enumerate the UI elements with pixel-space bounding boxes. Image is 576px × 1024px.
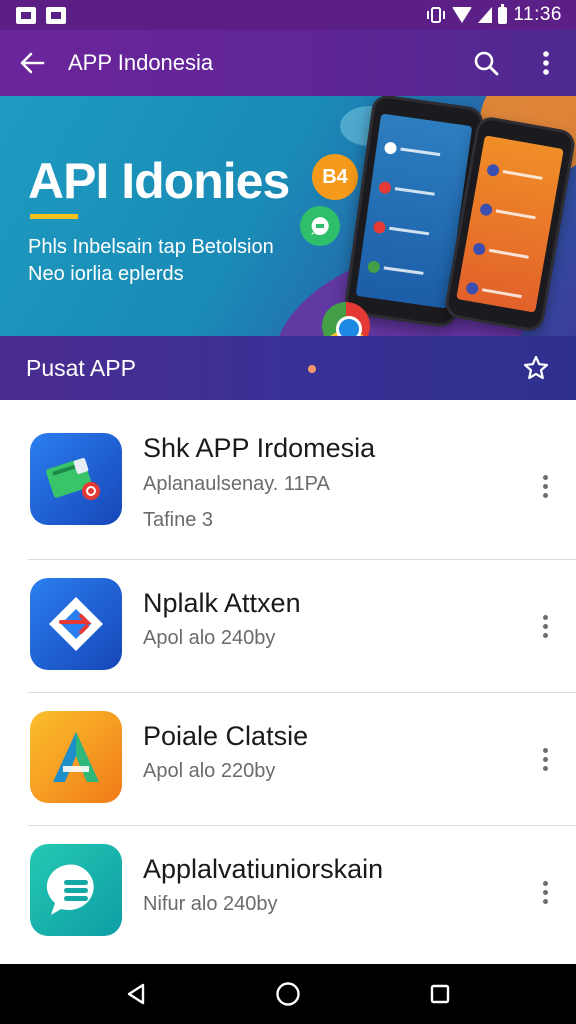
battery-icon bbox=[498, 3, 508, 24]
item-more-button[interactable] bbox=[530, 604, 560, 648]
status-bar: 11:36 bbox=[0, 0, 576, 30]
list-item[interactable]: Poiale Clatsie Apol alo 220by bbox=[0, 693, 576, 826]
item-more-button[interactable] bbox=[530, 737, 560, 781]
wifi-icon bbox=[452, 7, 473, 23]
chat-badge-icon bbox=[300, 206, 340, 246]
banner-title: API Idonies bbox=[28, 153, 290, 209]
list-item[interactable]: Nplalk Attxen Apol alo 240by bbox=[0, 560, 576, 693]
app-name: Shk APP Irdomesia bbox=[143, 433, 376, 463]
back-arrow-icon bbox=[20, 52, 45, 74]
nav-home-button[interactable] bbox=[258, 964, 318, 1024]
promo-banner[interactable]: API Idonies Phls Inbelsain tap Betolsion… bbox=[0, 96, 576, 336]
nav-back-button[interactable] bbox=[106, 964, 166, 1024]
more-options-button[interactable] bbox=[516, 30, 576, 96]
app-name: Poiale Clatsie bbox=[143, 721, 309, 751]
app-meta: Tafine 3 bbox=[143, 509, 214, 531]
section-title: Pusat APP bbox=[26, 354, 136, 381]
banner-underline bbox=[30, 214, 78, 219]
letter-a-icon bbox=[30, 711, 122, 803]
app-name: Applalvatiuniorskain bbox=[143, 854, 384, 884]
banner-subtitle-line: Phls Inbelsain tap Betolsion bbox=[28, 236, 274, 258]
app-bar-title: APP Indonesia bbox=[68, 50, 214, 75]
app-subtitle: Nifur alo 240by bbox=[143, 893, 278, 915]
signal-icon bbox=[478, 7, 493, 23]
search-button[interactable] bbox=[456, 30, 516, 96]
more-vert-icon bbox=[543, 51, 549, 75]
vibrate-icon bbox=[427, 7, 446, 23]
recents-square-icon bbox=[430, 984, 450, 1004]
back-triangle-icon bbox=[127, 983, 145, 1005]
item-more-button[interactable] bbox=[530, 464, 560, 508]
app-subtitle: Apol alo 220by bbox=[143, 760, 276, 782]
diamond-arrow-icon bbox=[30, 578, 122, 670]
list-item[interactable]: Shk APP Irdomesia Aplanaulsenay. 11PA Ta… bbox=[0, 400, 576, 560]
chat-bubble-icon bbox=[30, 844, 122, 936]
list-item[interactable]: Applalvatiuniorskain Nifur alo 240by bbox=[0, 826, 576, 964]
gallery-icon bbox=[16, 6, 36, 24]
photo-icon bbox=[46, 6, 66, 24]
section-indicator-dot bbox=[308, 365, 316, 373]
app-list: Shk APP Irdomesia Aplanaulsenay. 11PA Ta… bbox=[0, 400, 576, 964]
banner-badge: B4 bbox=[312, 154, 358, 200]
favorite-button[interactable] bbox=[516, 348, 556, 388]
back-button[interactable] bbox=[0, 30, 64, 96]
home-circle-icon bbox=[276, 982, 300, 1006]
banner-subtitle: Phls Inbelsain tap Betolsion Neo iorlia … bbox=[28, 234, 274, 288]
app-subtitle: Apol alo 240by bbox=[143, 627, 276, 649]
app-subtitle: Aplanaulsenay. 11PA bbox=[143, 473, 330, 495]
section-header: Pusat APP bbox=[0, 336, 576, 400]
search-icon bbox=[474, 51, 499, 76]
status-left bbox=[16, 6, 66, 24]
wallet-icon bbox=[30, 433, 122, 525]
app-bar: APP Indonesia bbox=[0, 30, 576, 96]
status-time: 11:36 bbox=[513, 4, 562, 25]
nav-recents-button[interactable] bbox=[410, 964, 470, 1024]
status-right: 11:36 bbox=[426, 3, 562, 26]
star-outline-icon bbox=[523, 355, 549, 380]
item-more-button[interactable] bbox=[530, 870, 560, 914]
app-name: Nplalk Attxen bbox=[143, 588, 301, 618]
banner-subtitle-line: Neo iorlia eplerds bbox=[28, 263, 184, 285]
navigation-bar bbox=[0, 964, 576, 1024]
